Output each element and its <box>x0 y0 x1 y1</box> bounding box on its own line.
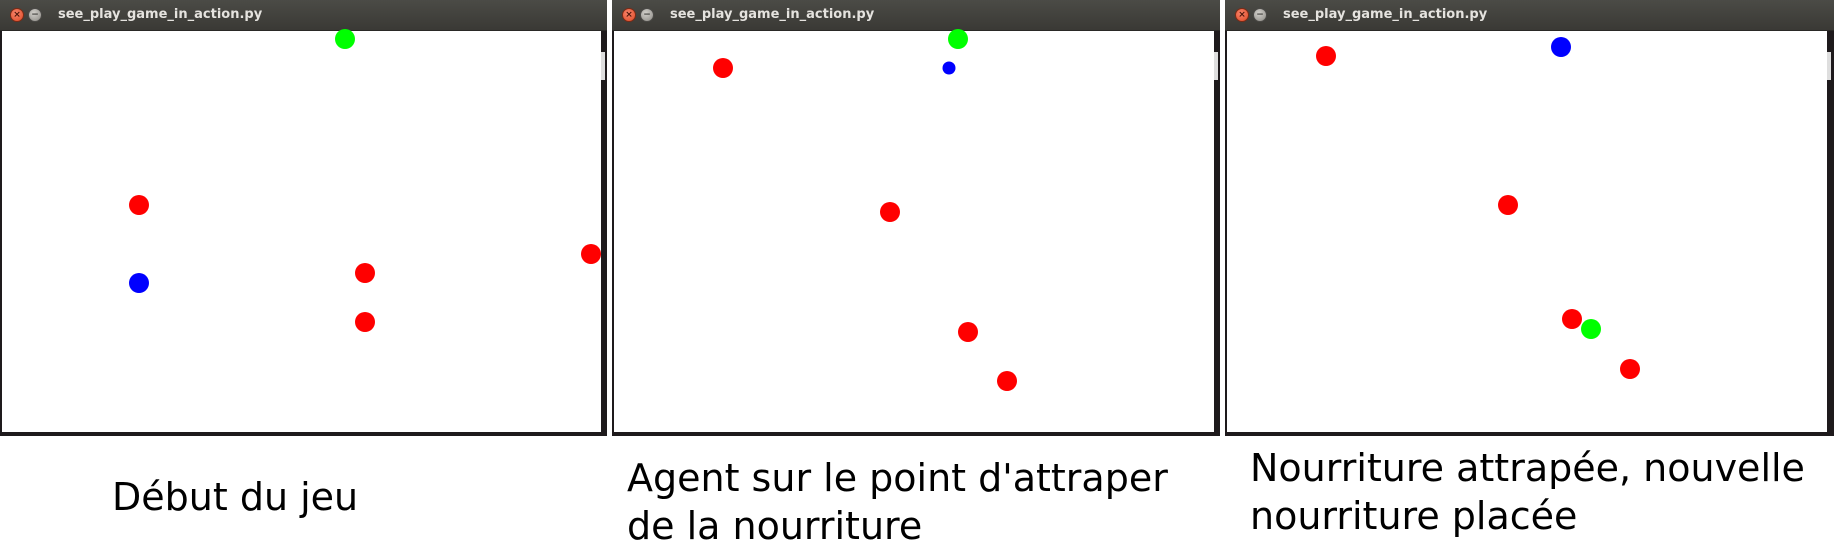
food-ball <box>1316 46 1336 66</box>
food-ball <box>1498 195 1518 215</box>
canvas-edge-tab <box>601 52 605 80</box>
green-ball <box>335 29 355 49</box>
caption-line: Début du jeu <box>112 475 359 519</box>
minimize-icon[interactable]: − <box>640 8 654 22</box>
game-canvas <box>1227 31 1827 432</box>
agent-ball <box>129 273 149 293</box>
food-ball <box>355 312 375 332</box>
caption-line: Nourriture attrapée, nouvelle <box>1250 446 1805 490</box>
minimize-icon[interactable]: − <box>1253 8 1267 22</box>
window-titlebar: × − see_play_game_in_action.py <box>1225 0 1834 31</box>
game-canvas <box>614 29 1214 432</box>
game-window-3: × − see_play_game_in_action.py <box>1225 0 1834 436</box>
food-ball <box>355 263 375 283</box>
food-ball <box>129 195 149 215</box>
food-ball <box>1562 309 1582 329</box>
game-canvas <box>2 29 601 432</box>
canvas-edge-tab <box>1214 52 1218 80</box>
food-ball <box>713 58 733 78</box>
food-ball <box>880 202 900 222</box>
close-icon[interactable]: × <box>622 8 636 22</box>
caption-line: nourriture placée <box>1250 494 1578 538</box>
caption-about-to-catch: Agent sur le point d'attraper de la nour… <box>627 454 1168 550</box>
canvas-edge-tab <box>1827 52 1831 80</box>
food-ball <box>958 322 978 342</box>
caption-line: de la nourriture <box>627 504 923 548</box>
food-ball <box>581 244 601 264</box>
window-title: see_play_game_in_action.py <box>58 7 263 22</box>
window-titlebar: × − see_play_game_in_action.py <box>0 0 607 31</box>
agent-ball <box>1551 37 1571 57</box>
caption-start: Début du jeu <box>112 473 358 521</box>
green-ball <box>948 29 968 49</box>
minimize-icon[interactable]: − <box>28 8 42 22</box>
green-ball <box>1581 319 1601 339</box>
game-window-2: × − see_play_game_in_action.py <box>612 0 1220 436</box>
agent-ball <box>942 61 956 75</box>
window-titlebar: × − see_play_game_in_action.py <box>612 0 1220 31</box>
window-title: see_play_game_in_action.py <box>1283 7 1488 22</box>
close-icon[interactable]: × <box>1235 8 1249 22</box>
window-title: see_play_game_in_action.py <box>670 7 875 22</box>
food-ball <box>997 371 1017 391</box>
game-window-1: × − see_play_game_in_action.py <box>0 0 607 436</box>
food-ball <box>1620 359 1640 379</box>
close-icon[interactable]: × <box>10 8 24 22</box>
caption-line: Agent sur le point d'attraper <box>627 456 1168 500</box>
caption-caught: Nourriture attrapée, nouvelle nourriture… <box>1250 444 1805 540</box>
